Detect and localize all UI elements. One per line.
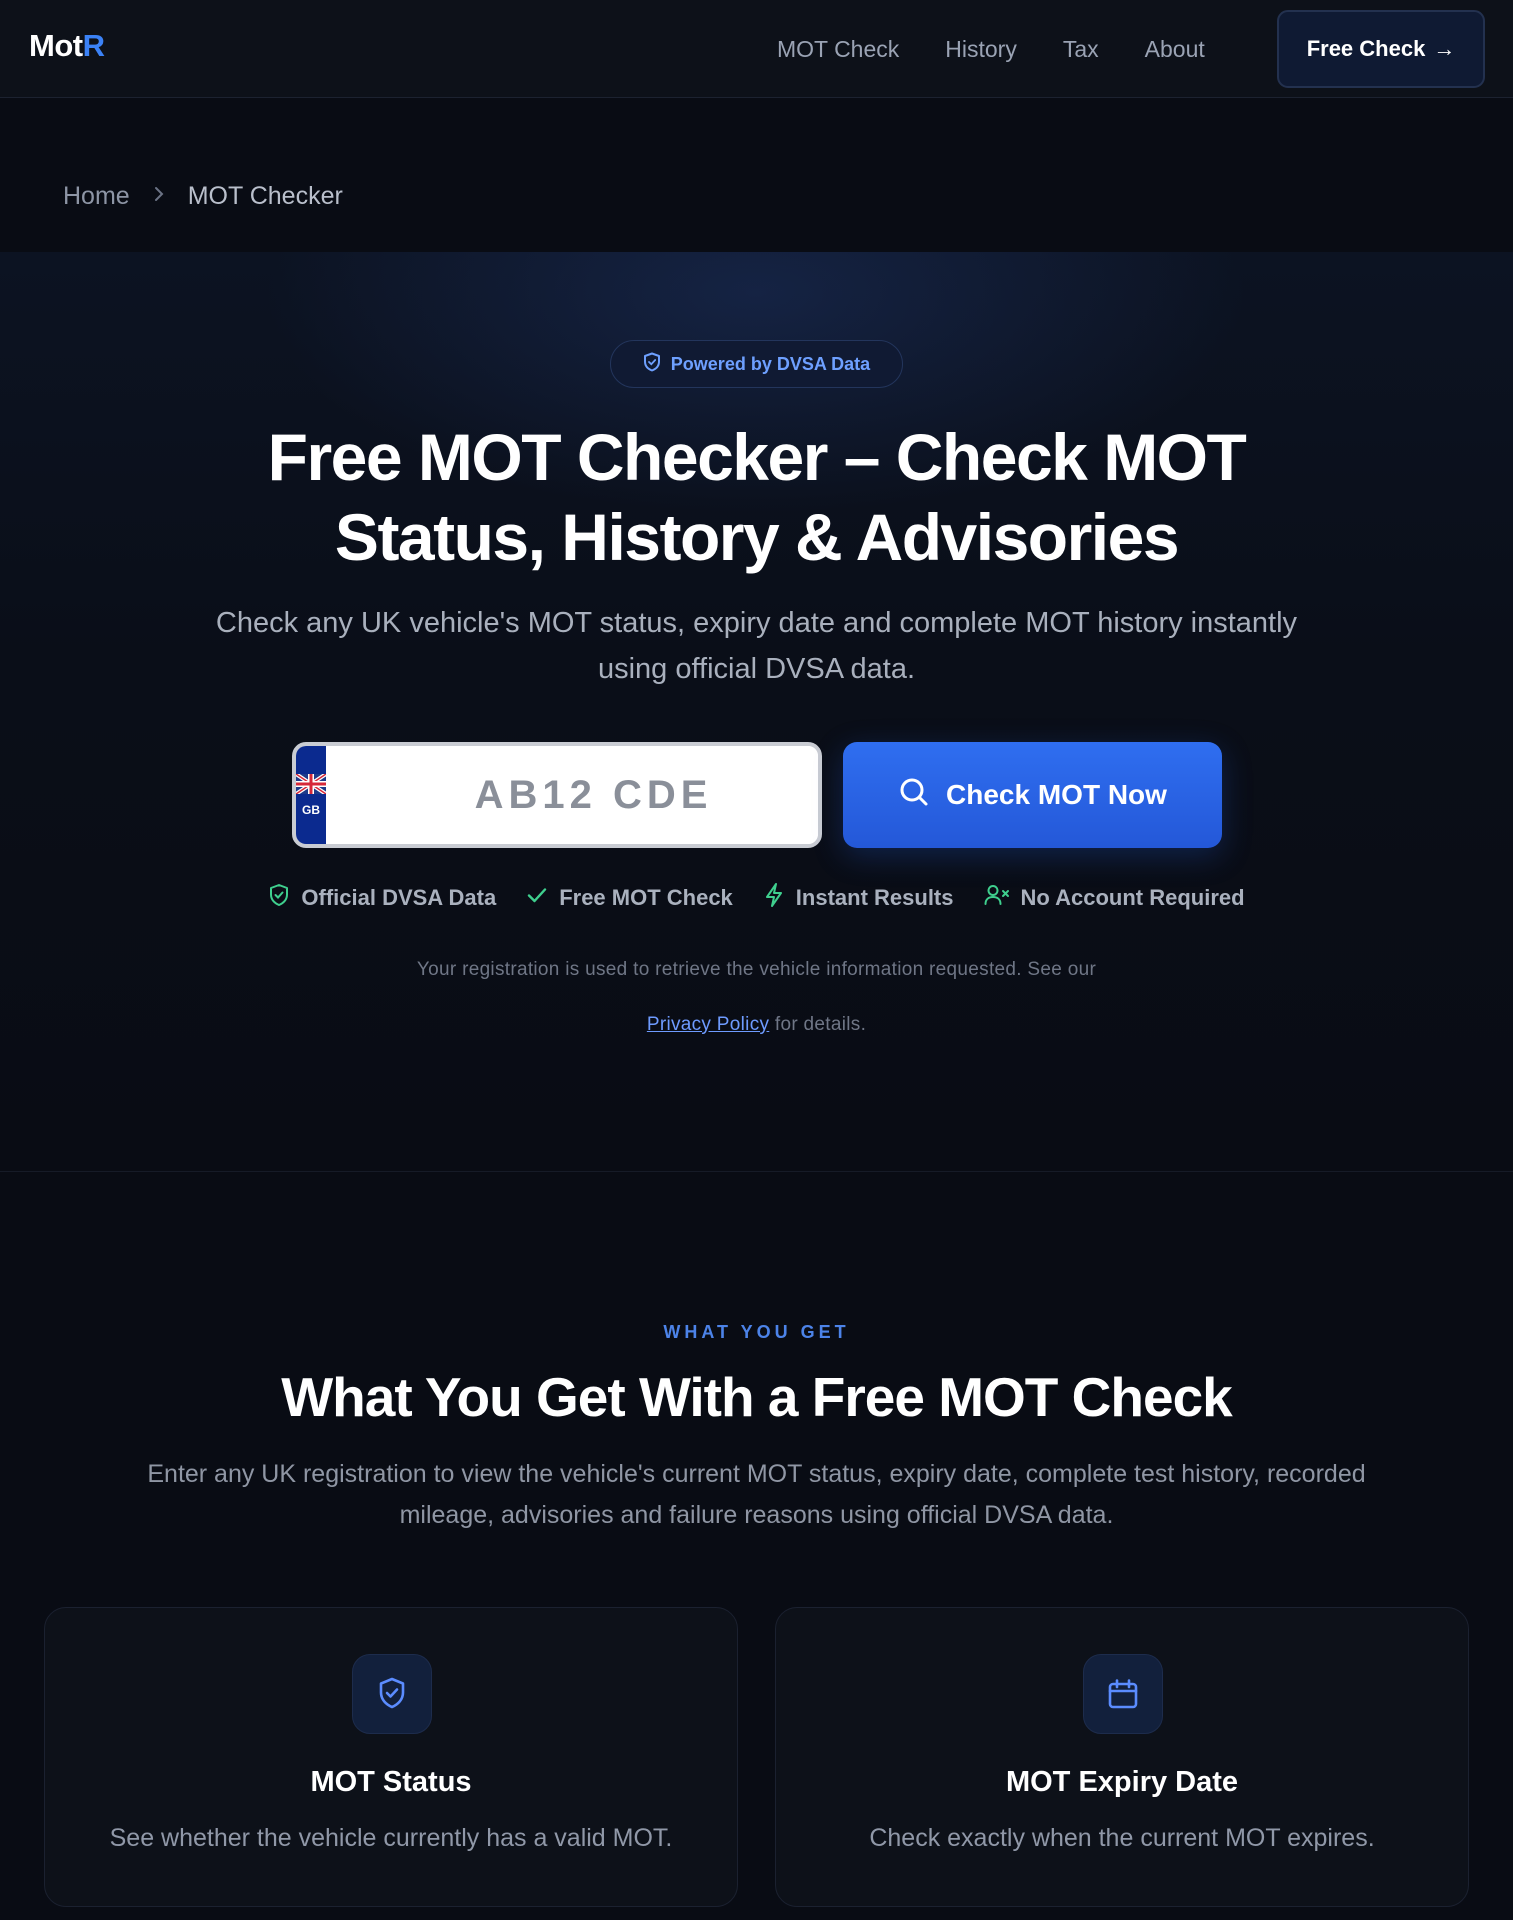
free-check-label: Free Check — [1306, 36, 1426, 61]
breadcrumb: Home MOT Checker — [63, 182, 343, 211]
top-navbar: MotR MOT Check History Tax About Free Ch… — [0, 0, 1513, 98]
section-subtitle: Enter any UK registration to view the ve… — [147, 1460, 1366, 1529]
notice-text: Your registration is used to retrieve th… — [416, 959, 1097, 980]
page-title: Free MOT Checker – Check MOT Status, His… — [267, 420, 1247, 574]
hero-section: Powered by DVSA Data Free MOT Checker – … — [0, 252, 1513, 1172]
nav-link-about[interactable]: About — [1145, 36, 1205, 63]
gb-band: GB — [296, 746, 328, 844]
registration-input[interactable] — [326, 746, 818, 844]
feature-list: Official DVSA Data Free MOT Check Instan… — [0, 882, 1513, 914]
hero-lead: Check any UK vehicle's MOT status, expir… — [215, 607, 1298, 685]
feature-card-mot-expiry: MOT Expiry Date Check exactly when the c… — [775, 1607, 1469, 1907]
shield-icon — [643, 352, 661, 377]
privacy-notice: Your registration is used to retrieve th… — [300, 942, 1213, 1052]
notice-tail: for details. — [774, 1014, 867, 1035]
check-mot-button[interactable]: Check MOT Now — [843, 742, 1222, 848]
plate-country-code: GB — [302, 802, 320, 817]
search-icon — [898, 776, 930, 815]
feature-no-account: No Account Required — [984, 882, 1245, 914]
feature-label: No Account Required — [1020, 885, 1245, 910]
feature-label: Instant Results — [795, 885, 954, 910]
chevron-right-icon — [152, 183, 166, 211]
feature-instant-results: Instant Results — [763, 882, 954, 914]
lightning-icon — [763, 882, 785, 914]
badge-label: Powered by DVSA Data — [670, 353, 871, 374]
feature-label: Free MOT Check — [559, 885, 733, 910]
registration-plate-field: GB — [292, 742, 822, 848]
section-eyebrow: WHAT YOU GET — [663, 1322, 850, 1342]
shield-check-icon — [352, 1654, 432, 1734]
feature-label: Official DVSA Data — [301, 885, 497, 910]
feature-free-check: Free MOT Check — [526, 882, 733, 914]
card-text: See whether the vehicle currently has a … — [109, 1824, 673, 1852]
card-title: MOT Status — [310, 1766, 472, 1798]
nav-link-tax[interactable]: Tax — [1063, 36, 1099, 63]
nav-link-history[interactable]: History — [945, 36, 1017, 63]
site-logo[interactable]: MotR — [29, 28, 105, 64]
breadcrumb-current: MOT Checker — [187, 182, 343, 210]
feature-card-mot-status: MOT Status See whether the vehicle curre… — [44, 1607, 738, 1907]
free-check-button[interactable]: Free Check → — [1277, 10, 1485, 88]
card-text: Check exactly when the current MOT expir… — [869, 1824, 1375, 1852]
nav-link-mot-check[interactable]: MOT Check — [777, 36, 899, 63]
breadcrumb-home[interactable]: Home — [63, 182, 130, 211]
logo-text: Mot — [29, 28, 83, 63]
arrow-right-icon: → — [1433, 36, 1456, 61]
shield-check-icon — [268, 883, 290, 913]
check-mot-label: Check MOT Now — [946, 779, 1167, 810]
dvsa-badge: Powered by DVSA Data — [610, 340, 903, 388]
check-icon — [526, 884, 548, 912]
privacy-policy-link[interactable]: Privacy Policy — [647, 1014, 769, 1035]
calendar-icon — [1083, 1654, 1163, 1734]
nav-links: MOT Check History Tax About — [777, 0, 1205, 98]
uk-flag-icon — [296, 771, 328, 799]
user-x-icon — [984, 883, 1010, 913]
section-title: What You Get With a Free MOT Check — [281, 1366, 1233, 1428]
logo-accent: R — [82, 28, 105, 63]
card-title: MOT Expiry Date — [1005, 1766, 1239, 1798]
feature-official-data: Official DVSA Data — [268, 882, 496, 914]
